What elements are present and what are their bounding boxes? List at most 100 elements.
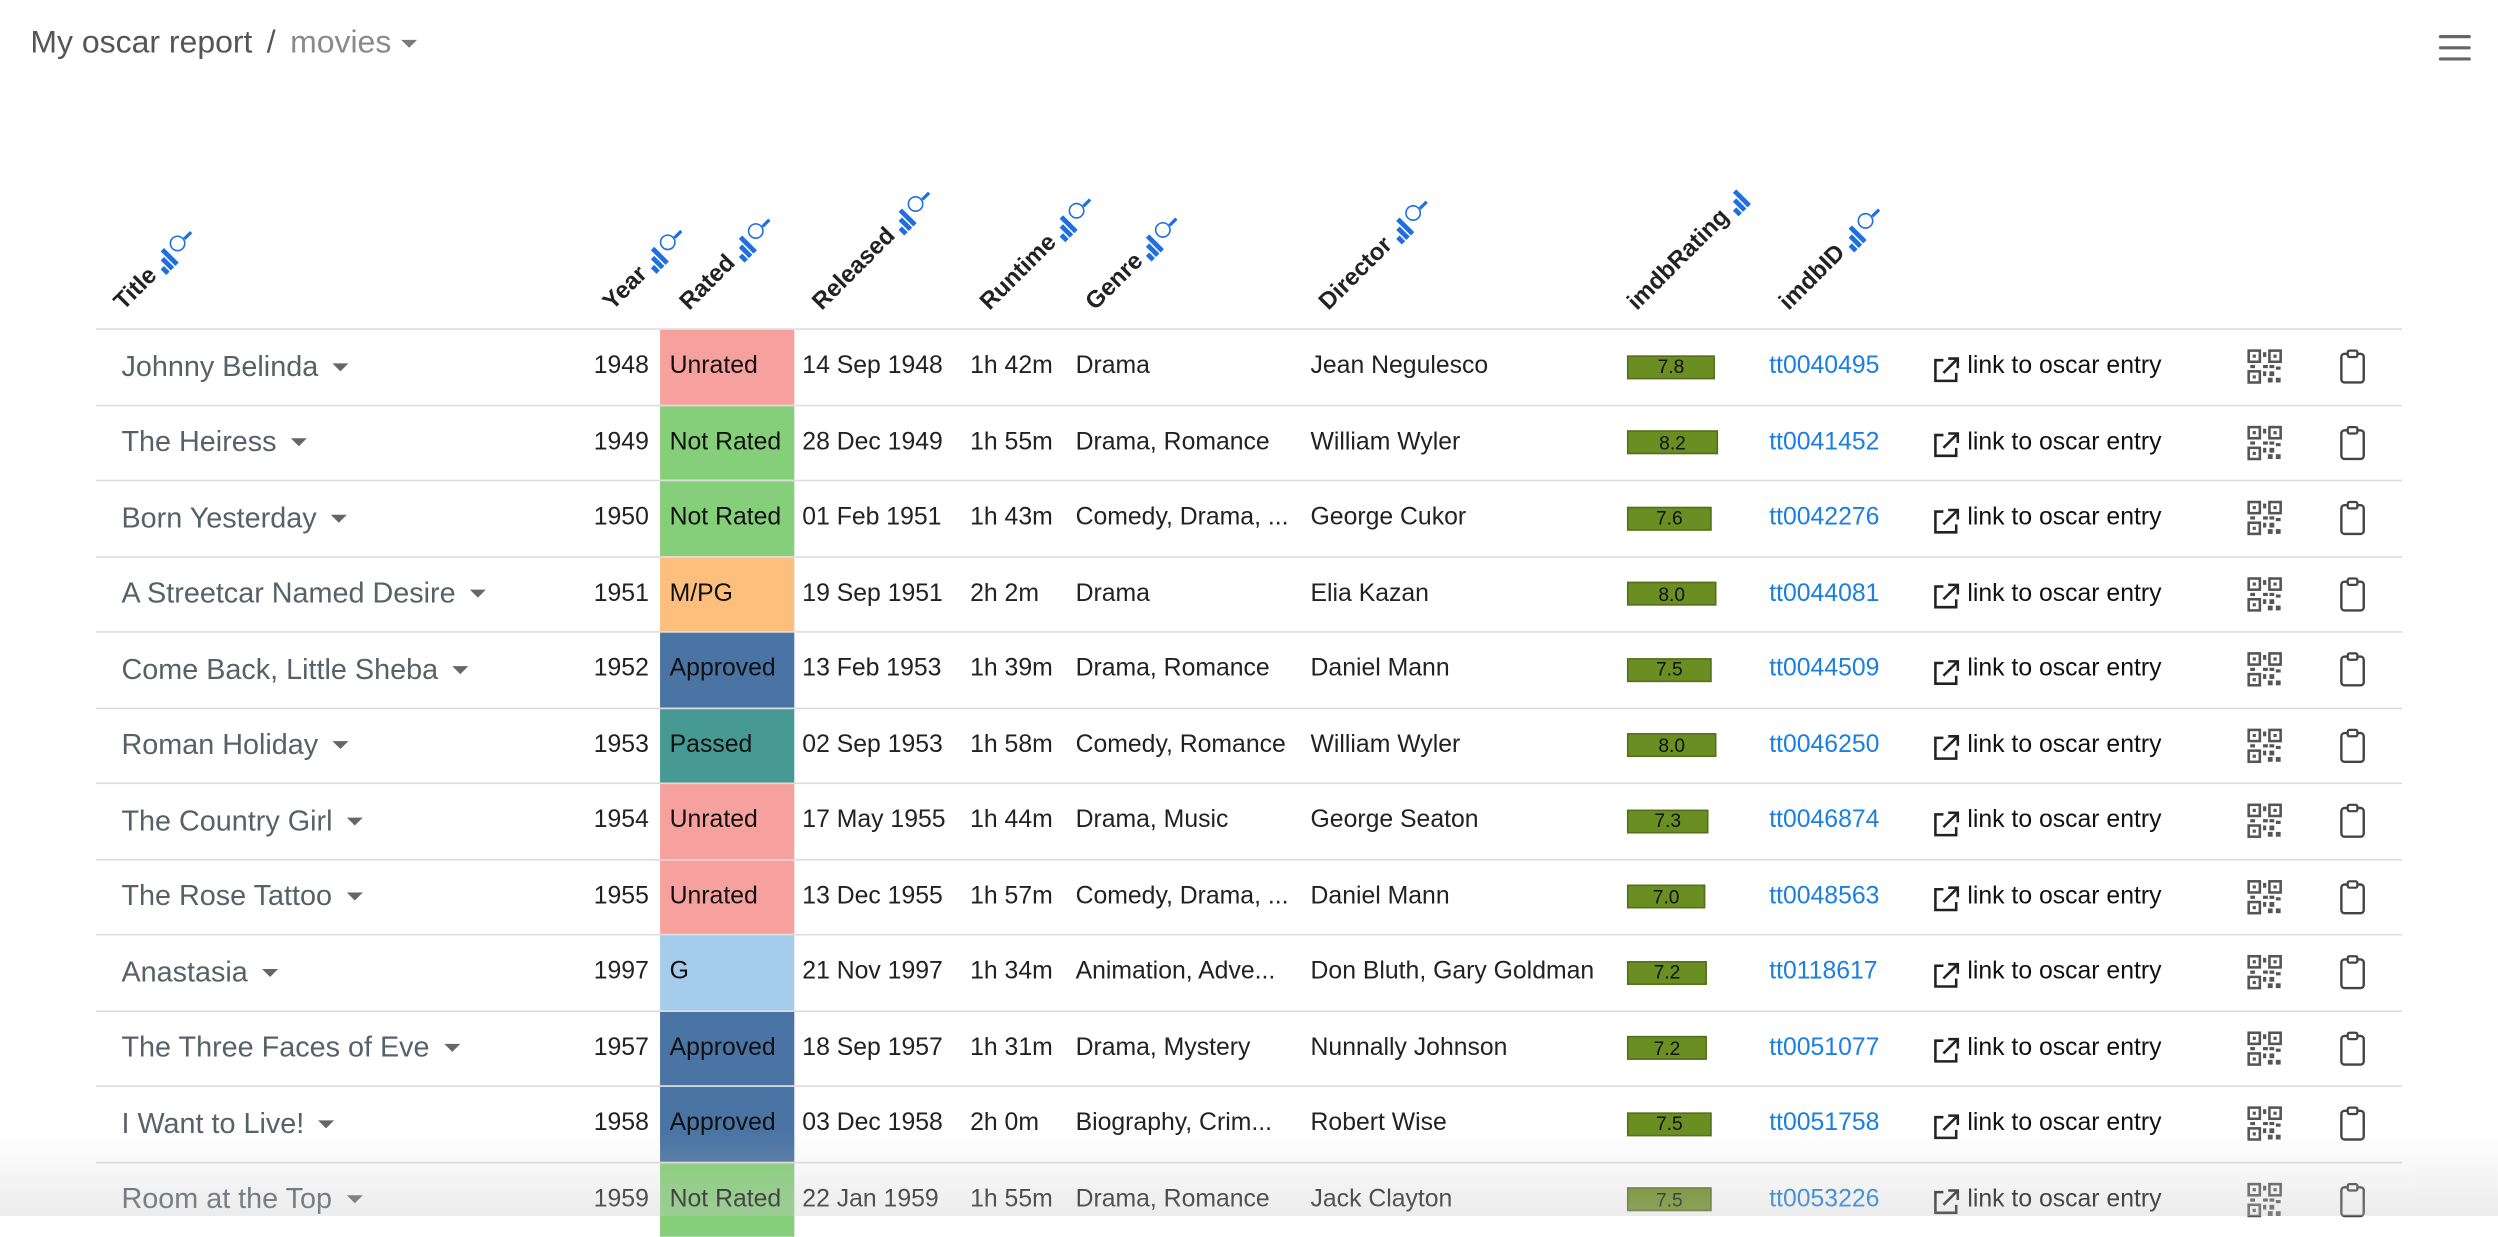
released-cell: 01 Feb 1951 [802,504,942,532]
released-cell: 13 Feb 1953 [802,655,942,683]
imdb-id-link[interactable]: tt0040495 [1769,330,1879,404]
imdb-rating-cell: 7.3 [1626,784,1709,858]
director-cell: William Wyler [1310,428,1461,456]
oscar-entry-link[interactable]: link to oscar entry [1931,936,2162,1010]
imdb-rating-cell: 7.6 [1626,481,1712,555]
imdb-id-link[interactable]: tt0051758 [1769,1087,1879,1161]
qr-code-icon[interactable] [2247,936,2282,1010]
imdb-id-link[interactable]: tt0051077 [1769,1011,1879,1085]
clipboard-icon[interactable] [2340,481,2366,555]
year-cell: 1952 [593,655,649,683]
imdb-id-link[interactable]: tt0046250 [1769,708,1879,782]
column-header-director[interactable]: Director [1314,197,1433,316]
qr-code-icon[interactable] [2247,330,2282,404]
movie-title-dropdown[interactable]: Born Yesterday [121,481,347,555]
external-link-icon [1931,505,1960,534]
sort-icon[interactable] [1722,187,1751,217]
qr-code-icon[interactable] [2247,1163,2282,1237]
column-header-rated[interactable]: Rated [674,214,775,316]
movie-title-dropdown[interactable]: The Country Girl [121,784,363,858]
movie-title-dropdown[interactable]: The Three Faces of Eve [121,1011,460,1085]
imdb-rating-bar: 8.2 [1626,430,1719,455]
movie-title-dropdown[interactable]: The Heiress [121,406,307,480]
imdb-rating-cell: 8.0 [1626,708,1717,782]
clipboard-icon[interactable] [2340,784,2366,858]
qr-code-icon[interactable] [2247,708,2282,782]
column-header-runtime[interactable]: Runtime [975,194,1097,316]
imdb-id-link[interactable]: tt0053226 [1769,1163,1879,1237]
movie-title: I Want to Live! [121,1107,305,1140]
oscar-entry-link[interactable]: link to oscar entry [1931,633,2162,707]
movie-title: A Streetcar Named Desire [121,577,456,610]
column-header-imdbrating[interactable]: imdbRating [1622,185,1753,316]
clipboard-icon[interactable] [2340,708,2366,782]
clipboard-icon[interactable] [2340,1011,2366,1085]
clipboard-icon[interactable] [2340,406,2366,480]
clipboard-icon[interactable] [2340,1087,2366,1161]
qr-code-icon[interactable] [2247,481,2282,555]
movie-title-dropdown[interactable]: I Want to Live! [121,1087,335,1161]
imdb-id-link[interactable]: tt0046874 [1769,784,1879,858]
imdb-id-link[interactable]: tt0042276 [1769,481,1879,555]
year-cell: 1958 [593,1109,649,1137]
clipboard-icon[interactable] [2340,860,2366,934]
imdb-rating-cell: 7.0 [1626,860,1706,934]
chevron-down-icon [346,892,363,901]
column-header-year[interactable]: Year [598,226,688,316]
oscar-entry-link[interactable]: link to oscar entry [1931,1087,2162,1161]
imdb-id-link[interactable]: tt0118617 [1769,936,1877,1010]
rated-cell: Approved [660,1086,795,1162]
oscar-entry-link[interactable]: link to oscar entry [1931,406,2162,480]
qr-code-icon[interactable] [2247,784,2282,858]
clipboard-icon[interactable] [2340,1163,2366,1237]
oscar-entry-link[interactable]: link to oscar entry [1931,330,2162,404]
oscar-entry-link[interactable]: link to oscar entry [1931,708,2162,782]
imdb-rating-cell: 7.8 [1626,330,1715,404]
qr-code-icon[interactable] [2247,557,2282,631]
clipboard-icon[interactable] [2340,936,2366,1010]
year-cell: 1959 [593,1185,649,1213]
movie-title-dropdown[interactable]: Roman Holiday [121,708,349,782]
oscar-entry-link[interactable]: link to oscar entry [1931,557,2162,631]
imdb-rating-cell: 8.2 [1626,406,1719,480]
movie-title-dropdown[interactable]: The Rose Tattoo [121,860,363,934]
imdb-id-link[interactable]: tt0048563 [1769,860,1879,934]
chevron-down-icon [290,438,307,447]
table-header: Title Year Rated Released Runtime Genre Direct… [0,0,2498,328]
clipboard-icon[interactable] [2340,633,2366,707]
qr-code-icon[interactable] [2247,860,2282,934]
external-link-icon [1931,883,1960,912]
qr-code-icon[interactable] [2247,1087,2282,1161]
movie-title-dropdown[interactable]: Anastasia [121,936,279,1010]
column-header-imdbid[interactable]: imdbID [1774,204,1886,316]
chevron-down-icon [330,514,347,523]
table-row: Come Back, Little Sheba 1952 Approved 13 Fe… [95,631,2403,707]
year-cell: 1953 [593,731,649,759]
movie-title: The Three Faces of Eve [121,1031,430,1064]
movie-title-dropdown[interactable]: Johnny Belinda [121,330,349,404]
oscar-entry-link[interactable]: link to oscar entry [1931,1163,2162,1237]
column-header-released[interactable]: Released [807,187,936,316]
oscar-entry-link[interactable]: link to oscar entry [1931,860,2162,934]
column-header-title[interactable]: Title [109,227,198,316]
clipboard-icon[interactable] [2340,330,2366,404]
qr-code-icon[interactable] [2247,1011,2282,1085]
column-header-genre[interactable]: Genre [1080,213,1183,316]
imdb-id-link[interactable]: tt0041452 [1769,406,1879,480]
qr-code-icon[interactable] [2247,406,2282,480]
movie-title-dropdown[interactable]: Room at the Top [121,1163,363,1237]
table-row: Roman Holiday 1953 Passed 02 Sep 1953 1h 58m… [95,706,2403,783]
imdb-id-link[interactable]: tt0044509 [1769,633,1879,707]
movie-title-dropdown[interactable]: A Streetcar Named Desire [121,557,487,631]
oscar-entry-link[interactable]: link to oscar entry [1931,1011,2162,1085]
clipboard-icon[interactable] [2340,557,2366,631]
oscar-entry-link[interactable]: link to oscar entry [1931,481,2162,555]
director-cell: Daniel Mann [1310,882,1450,910]
qr-code-icon[interactable] [2247,633,2282,707]
oscar-entry-link[interactable]: link to oscar entry [1931,784,2162,858]
movie-title-dropdown[interactable]: Come Back, Little Sheba [121,633,469,707]
imdb-rating-bar: 7.5 [1626,1187,1712,1212]
genre-cell: Animation, Adve... [1075,958,1276,986]
column-header-label: Genre [1080,247,1149,316]
imdb-id-link[interactable]: tt0044081 [1769,557,1879,631]
